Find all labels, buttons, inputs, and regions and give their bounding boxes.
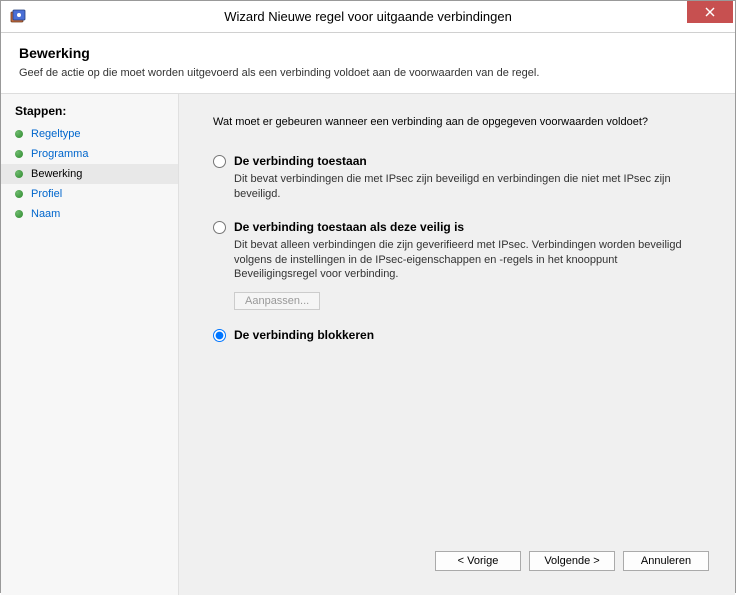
option-body: De verbinding toestaan Dit bevat verbindi… — [234, 154, 709, 202]
content-pane: Wat moet er gebeuren wanneer een verbind… — [179, 94, 735, 595]
page-title: Bewerking — [19, 45, 717, 61]
radio-block[interactable] — [213, 329, 226, 342]
option-description: Dit bevat verbindingen die met IPsec zij… — [234, 172, 709, 202]
button-bar: < Vorige Volgende > Annuleren — [213, 541, 709, 585]
option-allow: De verbinding toestaan Dit bevat verbindi… — [213, 154, 709, 202]
bullet-icon — [15, 170, 23, 178]
bullet-icon — [15, 150, 23, 158]
radio-wrap — [213, 154, 226, 171]
option-allow-secure: De verbinding toestaan als deze veilig i… — [213, 220, 709, 311]
question-text: Wat moet er gebeuren wanneer een verbind… — [213, 116, 709, 128]
step-item-regeltype[interactable]: Regeltype — [1, 124, 178, 144]
step-item-naam[interactable]: Naam — [1, 204, 178, 224]
option-body: De verbinding toestaan als deze veilig i… — [234, 220, 709, 311]
titlebar: Wizard Nieuwe regel voor uitgaande verbi… — [1, 1, 735, 33]
header-section: Bewerking Geef de actie op die moet word… — [1, 33, 735, 94]
options-group: De verbinding toestaan Dit bevat verbindi… — [213, 154, 709, 346]
step-label: Profiel — [31, 188, 62, 200]
step-label: Programma — [31, 148, 88, 160]
option-body: De verbinding blokkeren — [234, 328, 709, 346]
step-item-profiel[interactable]: Profiel — [1, 184, 178, 204]
step-label: Naam — [31, 208, 60, 220]
radio-allow-secure[interactable] — [213, 221, 226, 234]
bullet-icon — [15, 130, 23, 138]
radio-allow[interactable] — [213, 155, 226, 168]
main-area: Stappen: Regeltype Programma Bewerking Prof… — [1, 94, 735, 595]
bullet-icon — [15, 190, 23, 198]
step-item-bewerking: Bewerking — [1, 164, 178, 184]
radio-wrap — [213, 328, 226, 345]
option-title: De verbinding blokkeren — [234, 328, 709, 342]
radio-wrap — [213, 220, 226, 237]
customize-button: Aanpassen... — [234, 292, 320, 310]
option-title: De verbinding toestaan — [234, 154, 709, 168]
window-title: Wizard Nieuwe regel voor uitgaande verbi… — [1, 9, 735, 24]
option-description: Dit bevat alleen verbindingen die zijn g… — [234, 238, 709, 283]
option-title: De verbinding toestaan als deze veilig i… — [234, 220, 709, 234]
steps-heading: Stappen: — [1, 104, 178, 124]
close-button[interactable] — [687, 1, 733, 23]
next-button[interactable]: Volgende > — [529, 551, 615, 571]
back-button[interactable]: < Vorige — [435, 551, 521, 571]
steps-sidebar: Stappen: Regeltype Programma Bewerking Prof… — [1, 94, 179, 595]
step-item-programma[interactable]: Programma — [1, 144, 178, 164]
option-block: De verbinding blokkeren — [213, 328, 709, 346]
cancel-button[interactable]: Annuleren — [623, 551, 709, 571]
bullet-icon — [15, 210, 23, 218]
page-description: Geef de actie op die moet worden uitgevo… — [19, 67, 717, 79]
step-label: Bewerking — [31, 168, 82, 180]
step-label: Regeltype — [31, 128, 81, 140]
